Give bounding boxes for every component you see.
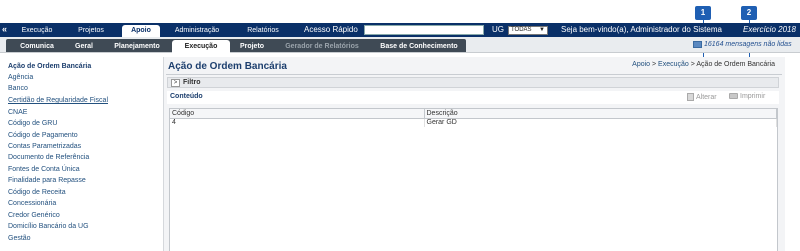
main-tab-relatorios[interactable]: Relatórios [240,25,286,37]
app-root: { "top_nav": { "collapse_icon": "double-… [0,0,800,251]
filter-panel-header[interactable]: > Filtro [167,77,779,88]
main-tab-apoio[interactable]: Apoio [122,25,160,37]
double-chevron-left-icon[interactable]: « [2,24,7,34]
annotation-marker-2: 2 [741,6,757,20]
page-title: Ação de Ordem Bancária [168,61,287,72]
printer-icon [729,93,738,100]
breadcrumb-current: Ação de Ordem Bancária [696,61,775,68]
sub-tab-comunica[interactable]: Comunica [14,41,60,52]
sub-tab-execucao[interactable]: Execução [172,40,230,53]
document-icon [687,93,694,101]
sub-tab-projeto[interactable]: Projeto [234,41,270,52]
quick-access-label: Acesso Rápido [304,25,358,34]
sidebar-item-fontes-conta-unica[interactable]: Fontes de Conta Única [8,166,80,173]
table-row[interactable]: 4 Gerar GD [170,118,777,127]
quick-access-input[interactable] [364,25,484,35]
data-table: Código Descrição 4 Gerar GD [170,109,777,127]
sidebar-item-domicilio-bancario-ug[interactable]: Domicílio Bancário da UG [8,223,89,230]
sidebar-item-banco[interactable]: Banco [8,85,28,92]
title-divider [166,74,782,75]
welcome-text: Seja bem-vindo(a), Administrador do Sist… [561,25,722,34]
sidebar-item-documento-referencia[interactable]: Documento de Referência [8,154,89,161]
breadcrumb-separator: > [650,61,659,68]
sidebar-item-codigo-gru[interactable]: Código de GRU [8,120,57,127]
envelope-icon[interactable] [693,41,702,48]
content-label: Conteúdo [170,93,203,100]
dropdown-arrow-icon: ▼ [539,27,545,33]
sidebar-item-credor-generico[interactable]: Credor Genérico [8,212,60,219]
unread-messages-link[interactable]: 16164 mensagens não lidas [704,39,792,50]
sub-nav-bar: Comunica Geral Planejamento Execução Pro… [0,37,800,53]
sidebar-item-contas-parametrizadas[interactable]: Contas Parametrizadas [8,143,81,150]
main-content: Ação de Ordem Bancária Apoio > Execução … [163,57,785,251]
chevron-right-icon[interactable]: > [171,79,180,87]
imprimir-button[interactable]: Imprimir [729,93,765,100]
sidebar-item-certidao-regularidade-fiscal[interactable]: Certidão de Regularidade Fiscal [8,97,108,104]
sidebar-item-gestao[interactable]: Gestão [8,235,31,242]
sidebar-item-concessionaria[interactable]: Concessionária [8,200,56,207]
sidebar-item-agencia[interactable]: Agência [8,74,33,81]
sub-tab-planejamento[interactable]: Planejamento [108,41,166,52]
sidebar-item-finalidade-repasse[interactable]: Finalidade para Repasse [8,177,86,184]
breadcrumb-apoio[interactable]: Apoio [632,61,650,68]
sidebar-item-acao-ordem-bancaria[interactable]: Ação de Ordem Bancária [8,63,91,70]
breadcrumb-execucao[interactable]: Execução [658,61,689,68]
table-cell-codigo: 4 [170,118,425,127]
sidebar-item-cnae[interactable]: CNAE [8,109,27,116]
main-tab-execucao[interactable]: Execução [14,25,60,37]
ug-select-value: TODAS [511,27,532,33]
column-header-descricao[interactable]: Descrição [424,109,777,119]
top-nav-bar: « Execução Projetos Apoio Administração … [0,23,800,37]
ug-select[interactable]: TODAS ▼ [508,26,548,35]
breadcrumb: Apoio > Execução > Ação de Ordem Bancári… [632,61,775,68]
fiscal-year: Exercício 2018 [743,25,796,34]
annotation-marker-1: 1 [695,6,711,20]
table-cell-descricao: Gerar GD [424,118,777,127]
column-header-codigo[interactable]: Código [170,109,425,119]
sidebar-menu: Ação de Ordem Bancária Agência Banco Cer… [0,57,160,251]
alterar-button[interactable]: Alterar [687,93,717,101]
data-grid: Código Descrição 4 Gerar GD [169,108,778,251]
table-header-row: Código Descrição [170,109,777,119]
main-tab-administracao[interactable]: Administração [166,25,228,37]
content-panel-header: Conteúdo Alterar Imprimir [167,91,779,104]
sidebar-item-codigo-receita[interactable]: Código de Receita [8,189,66,196]
filter-label: Filtro [183,79,201,86]
grid-empty-area [170,127,777,251]
sidebar-item-codigo-pagamento[interactable]: Código de Pagamento [8,132,78,139]
sub-tab-base-conhecimento[interactable]: Base de Conhecimento [374,41,464,52]
ug-label: UG [492,25,504,34]
sub-tab-geral[interactable]: Geral [66,41,102,52]
alterar-label: Alterar [696,93,717,101]
imprimir-label: Imprimir [740,93,766,100]
main-tab-projetos[interactable]: Projetos [68,25,114,37]
sub-tab-gerador-relatorios: Gerador de Relatórios [285,43,359,50]
